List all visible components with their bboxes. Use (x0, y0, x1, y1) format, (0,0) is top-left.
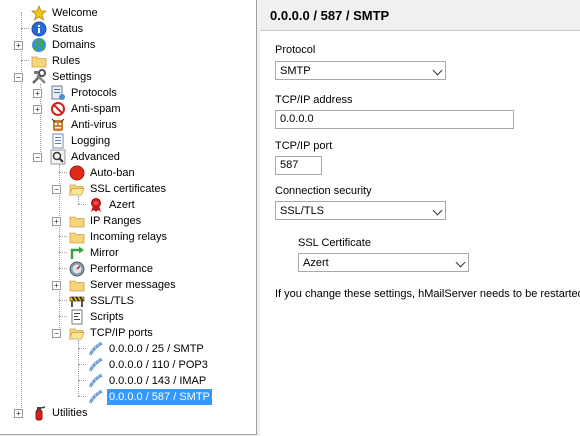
tools-icon (31, 69, 47, 85)
protocol-value: SMTP (280, 65, 311, 77)
tree-label: Auto-ban (90, 167, 135, 179)
tree-label: 0.0.0.0 / 143 / IMAP (109, 375, 207, 387)
tree-label: SSL certificates (90, 183, 167, 195)
chevron-down-icon (432, 205, 443, 216)
collapse-icon[interactable]: − (52, 329, 61, 338)
tree-label: Status (52, 23, 84, 35)
certificate-ribbon-icon (88, 197, 104, 213)
expand-icon[interactable]: + (33, 89, 42, 98)
mirror-arrow-icon (69, 245, 85, 261)
red-circle-icon (69, 165, 85, 181)
port-input[interactable]: 587 (275, 156, 322, 175)
tree-label: 0.0.0.0 / 587 / SMTP (107, 389, 212, 405)
certificate-value: Azert (303, 257, 329, 269)
panel-header: 0.0.0.0 / 587 / SMTP (260, 0, 580, 31)
certificate-label: SSL Certificate (298, 237, 371, 249)
collapse-icon[interactable]: − (33, 153, 42, 162)
security-value: SSL/TLS (280, 205, 325, 217)
cable-icon (88, 341, 104, 357)
protocol-label: Protocol (275, 44, 316, 56)
collapse-icon[interactable]: − (52, 185, 61, 194)
tree-label: Incoming relays (90, 231, 168, 243)
script-icon (69, 309, 85, 325)
collapse-icon[interactable]: − (14, 73, 23, 82)
info-icon (31, 21, 47, 37)
fire-extinguisher-icon (31, 405, 47, 421)
security-label: Connection security (275, 185, 372, 197)
tree-label: Advanced (71, 151, 120, 163)
tree-label: Welcome (52, 7, 98, 19)
tree-label: 0.0.0.0 / 25 / SMTP (109, 343, 204, 355)
address-label: TCP/IP address (275, 94, 353, 106)
protocols-icon (50, 85, 66, 101)
tree-label: Azert (109, 199, 135, 211)
tree-label: Anti-virus (71, 119, 117, 131)
no-entry-icon (50, 101, 66, 117)
folder-icon (69, 277, 85, 293)
settings-form: Protocol SMTP TCP/IP address 0.0.0.0 TCP… (260, 31, 580, 436)
expand-icon[interactable]: + (33, 105, 42, 114)
tree-label: Performance (90, 263, 153, 275)
tree-label: IP Ranges (90, 215, 142, 227)
address-input[interactable]: 0.0.0.0 (275, 110, 514, 129)
expand-icon[interactable]: + (52, 217, 61, 226)
cable-icon (88, 357, 104, 373)
tree-label: Anti-spam (71, 103, 121, 115)
magnifier-icon (50, 149, 66, 165)
folder-icon (31, 53, 47, 69)
folder-icon (69, 213, 85, 229)
star-icon (30, 4, 48, 21)
expand-icon[interactable]: + (52, 281, 61, 290)
tree-label: Utilities (52, 407, 88, 419)
antivirus-icon (50, 117, 66, 133)
expand-icon[interactable]: + (14, 409, 23, 418)
expand-icon[interactable]: + (14, 41, 23, 50)
tree-label: Logging (71, 135, 111, 147)
document-icon (50, 133, 66, 149)
gauge-icon (69, 261, 85, 277)
cable-icon (88, 373, 104, 389)
page-title: 0.0.0.0 / 587 / SMTP (270, 8, 390, 23)
barrier-icon (69, 293, 85, 309)
chevron-down-icon (455, 257, 466, 268)
folder-icon (69, 229, 85, 245)
security-select[interactable]: SSL/TLS (275, 201, 446, 220)
globe-icon (31, 37, 47, 53)
tree-label: Mirror (90, 247, 119, 259)
tree-label: 0.0.0.0 / 110 / POP3 (109, 359, 208, 371)
chevron-down-icon (432, 65, 443, 76)
tree-label: SSL/TLS (90, 295, 135, 307)
restart-note: If you change these settings, hMailServe… (275, 288, 580, 300)
protocol-select[interactable]: SMTP (275, 61, 446, 80)
tree-label: Domains (52, 39, 96, 51)
tree-label: Server messages (90, 279, 176, 291)
folder-open-icon (68, 325, 85, 341)
tree-label: Rules (52, 55, 81, 67)
cable-icon (88, 389, 104, 405)
certificate-select[interactable]: Azert (298, 253, 469, 272)
folder-open-icon (68, 181, 85, 197)
navigation-tree[interactable]: Welcome Status + Domains Rules − Setting… (0, 0, 257, 435)
port-label: TCP/IP port (275, 140, 333, 152)
tree-label: TCP/IP ports (90, 327, 153, 339)
tree-label: Scripts (90, 311, 124, 323)
tree-label: Settings (52, 71, 92, 83)
tree-label: Protocols (71, 87, 117, 99)
